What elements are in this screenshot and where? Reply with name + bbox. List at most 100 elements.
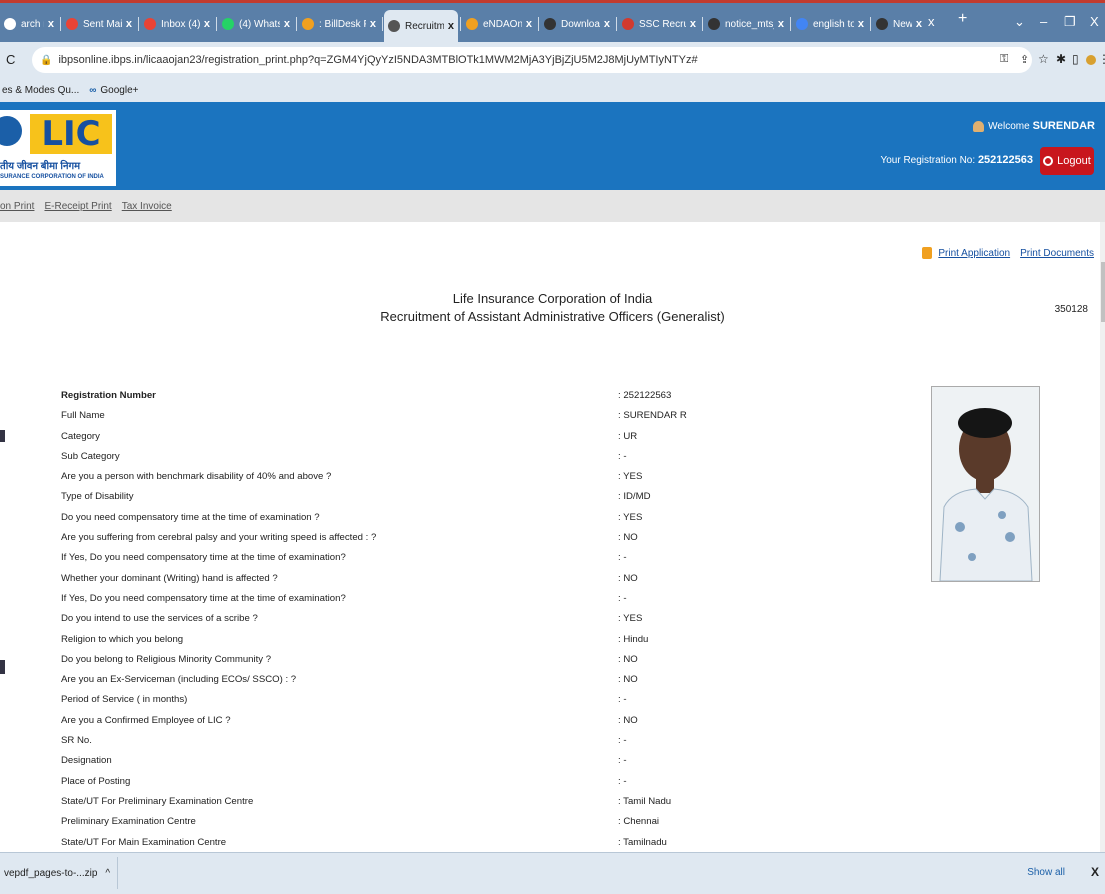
tab-search-icon[interactable]: ⌄ <box>1014 14 1025 30</box>
close-window-icon[interactable]: X <box>1090 14 1099 29</box>
print-application-link[interactable]: Print Application <box>938 248 1010 259</box>
tab-label: Download file <box>561 18 600 30</box>
registration-number: 252122563 <box>977 154 1033 166</box>
profile-avatar[interactable] <box>1086 55 1096 65</box>
tab-separator <box>460 17 461 31</box>
tab-favicon-icon <box>622 18 634 30</box>
browser-tab[interactable]: english to tam x <box>792 12 868 36</box>
tab-label: Inbox (4) - ni <box>161 18 200 30</box>
detail-row: SR No.: - <box>61 731 761 751</box>
lock-icon: 🔒 <box>40 54 53 66</box>
address-toolbar: C 🔒 ibpsonline.ibps.in/licaaojan23/regis… <box>0 42 1105 78</box>
browser-tab[interactable]: arch results x <box>0 12 58 36</box>
browser-tab[interactable]: Sent Mail - ni x <box>62 12 136 36</box>
tab-label: : BillDesk Pay <box>319 18 366 30</box>
tab-close-icon[interactable]: x <box>928 14 935 29</box>
tab-label: Recruitment <box>405 20 444 32</box>
browser-tab[interactable]: notice_mts_1 x <box>704 12 788 36</box>
reload-icon[interactable]: C <box>6 52 15 67</box>
bookmark-item[interactable]: Google+ <box>100 85 138 96</box>
detail-value: : - <box>618 775 627 787</box>
tab-close-icon[interactable]: x <box>778 18 784 30</box>
tab-strip-accent <box>0 0 1105 3</box>
detail-row: Type of Disability: ID/MD <box>61 487 761 507</box>
detail-value: : - <box>618 450 627 462</box>
tab-close-icon[interactable]: x <box>284 18 290 30</box>
tab-close-icon[interactable]: x <box>916 18 922 30</box>
browser-tab[interactable]: Recruitment x <box>384 10 458 42</box>
detail-value: : NO <box>618 714 638 726</box>
detail-row: Full Name : SURENDAR R <box>61 406 761 426</box>
chevron-up-icon[interactable]: ^ <box>105 868 110 879</box>
extensions-icon[interactable]: ✱ <box>1056 52 1066 66</box>
nav-link-tax-invoice[interactable]: Tax Invoice <box>122 201 172 212</box>
detail-label: Whether your dominant (Writing) hand is … <box>61 572 278 584</box>
key-icon[interactable]: ⚿ <box>1000 53 1008 66</box>
tab-close-icon[interactable]: x <box>204 18 210 30</box>
nav-link-ereceipt[interactable]: E-Receipt Print <box>44 201 111 212</box>
detail-value: : - <box>618 694 627 706</box>
page-scrollbar[interactable] <box>1100 222 1105 852</box>
tab-favicon-icon <box>66 18 78 30</box>
tab-close-icon[interactable]: x <box>604 18 610 30</box>
new-tab-button[interactable]: + <box>958 10 967 28</box>
sidepanel-icon[interactable]: ▯ <box>1072 52 1079 66</box>
registration-info: Your Registration No: 252122563 <box>880 154 1033 166</box>
detail-label: Sub Category <box>61 450 120 462</box>
browser-tab[interactable]: SSC Recruitm x <box>618 12 700 36</box>
candidate-photo <box>931 386 1040 582</box>
printer-icon <box>922 247 933 259</box>
user-name: SURENDAR <box>1032 120 1095 132</box>
scrollbar-thumb[interactable] <box>1101 262 1105 322</box>
print-documents-link[interactable]: Print Documents <box>1020 248 1094 259</box>
url-field[interactable]: 🔒 ibpsonline.ibps.in/licaaojan23/registr… <box>32 47 1032 73</box>
tab-separator <box>296 17 297 31</box>
tab-close-icon[interactable]: x <box>858 18 864 30</box>
lic-logo: LIC तीय जीवन बीमा निगम SURANCE CORPORATI… <box>0 110 116 186</box>
tab-close-icon[interactable]: x <box>448 20 454 32</box>
browser-tab[interactable]: : BillDesk Pay x <box>298 12 380 36</box>
tab-separator <box>382 17 383 31</box>
tab-favicon-icon <box>544 18 556 30</box>
detail-label: State/UT For Main Examination Centre <box>61 836 227 848</box>
bookmark-star-icon[interactable]: ☆ <box>1038 52 1049 66</box>
download-item[interactable]: vepdf_pages-to-...zip ^ <box>0 857 118 889</box>
browser-tab[interactable]: New Tab x <box>872 12 926 36</box>
tab-close-icon[interactable]: x <box>370 18 376 30</box>
tab-favicon-icon <box>388 20 400 32</box>
detail-label: SR No. <box>61 735 92 747</box>
tab-separator <box>538 17 539 31</box>
tab-favicon-icon <box>876 18 888 30</box>
logo-text: LIC <box>30 114 112 154</box>
browser-tab[interactable]: Download file x <box>540 12 614 36</box>
detail-value: : YES <box>618 613 643 625</box>
detail-value: : SURENDAR R <box>618 410 687 422</box>
restore-icon[interactable]: ❐ <box>1064 14 1076 30</box>
logout-button[interactable]: Logout <box>1040 147 1094 175</box>
detail-value: : YES <box>618 511 643 523</box>
detail-value: : 252122563 <box>618 390 672 401</box>
url-text: ibpsonline.ibps.in/licaaojan23/registrat… <box>58 54 698 66</box>
share-icon[interactable]: ⇪ <box>1020 53 1029 66</box>
show-all-button[interactable]: Show all <box>1027 867 1065 878</box>
tab-close-icon[interactable]: x <box>126 18 132 30</box>
tab-close-icon[interactable]: x <box>526 18 532 30</box>
detail-row: Sub Category : - <box>61 447 761 467</box>
detail-label: Designation <box>61 755 112 767</box>
minimize-icon[interactable]: – <box>1040 14 1047 29</box>
detail-row: Do you need compensatory time at the tim… <box>61 508 761 528</box>
bookmark-item[interactable]: es & Modes Qu... <box>2 85 79 96</box>
detail-value: : ID/MD <box>618 491 651 503</box>
browser-tab[interactable]: eNDAOnline x <box>462 12 536 36</box>
detail-label: Are you a person with benchmark disabili… <box>61 471 332 483</box>
detail-label: Full Name <box>61 410 105 422</box>
lic-emblem-icon <box>0 116 22 146</box>
nav-link-print[interactable]: on Print <box>0 201 34 212</box>
browser-tab[interactable]: (4) WhatsApp x <box>218 12 294 36</box>
detail-row: If Yes, Do you need compensatory time at… <box>61 589 761 609</box>
browser-tab[interactable]: Inbox (4) - ni x <box>140 12 214 36</box>
menu-kebab-icon[interactable]: ⋮ <box>1098 52 1105 66</box>
tab-close-icon[interactable]: x <box>48 18 54 30</box>
close-downloads-icon[interactable]: X <box>1091 865 1099 879</box>
tab-close-icon[interactable]: x <box>690 18 696 30</box>
